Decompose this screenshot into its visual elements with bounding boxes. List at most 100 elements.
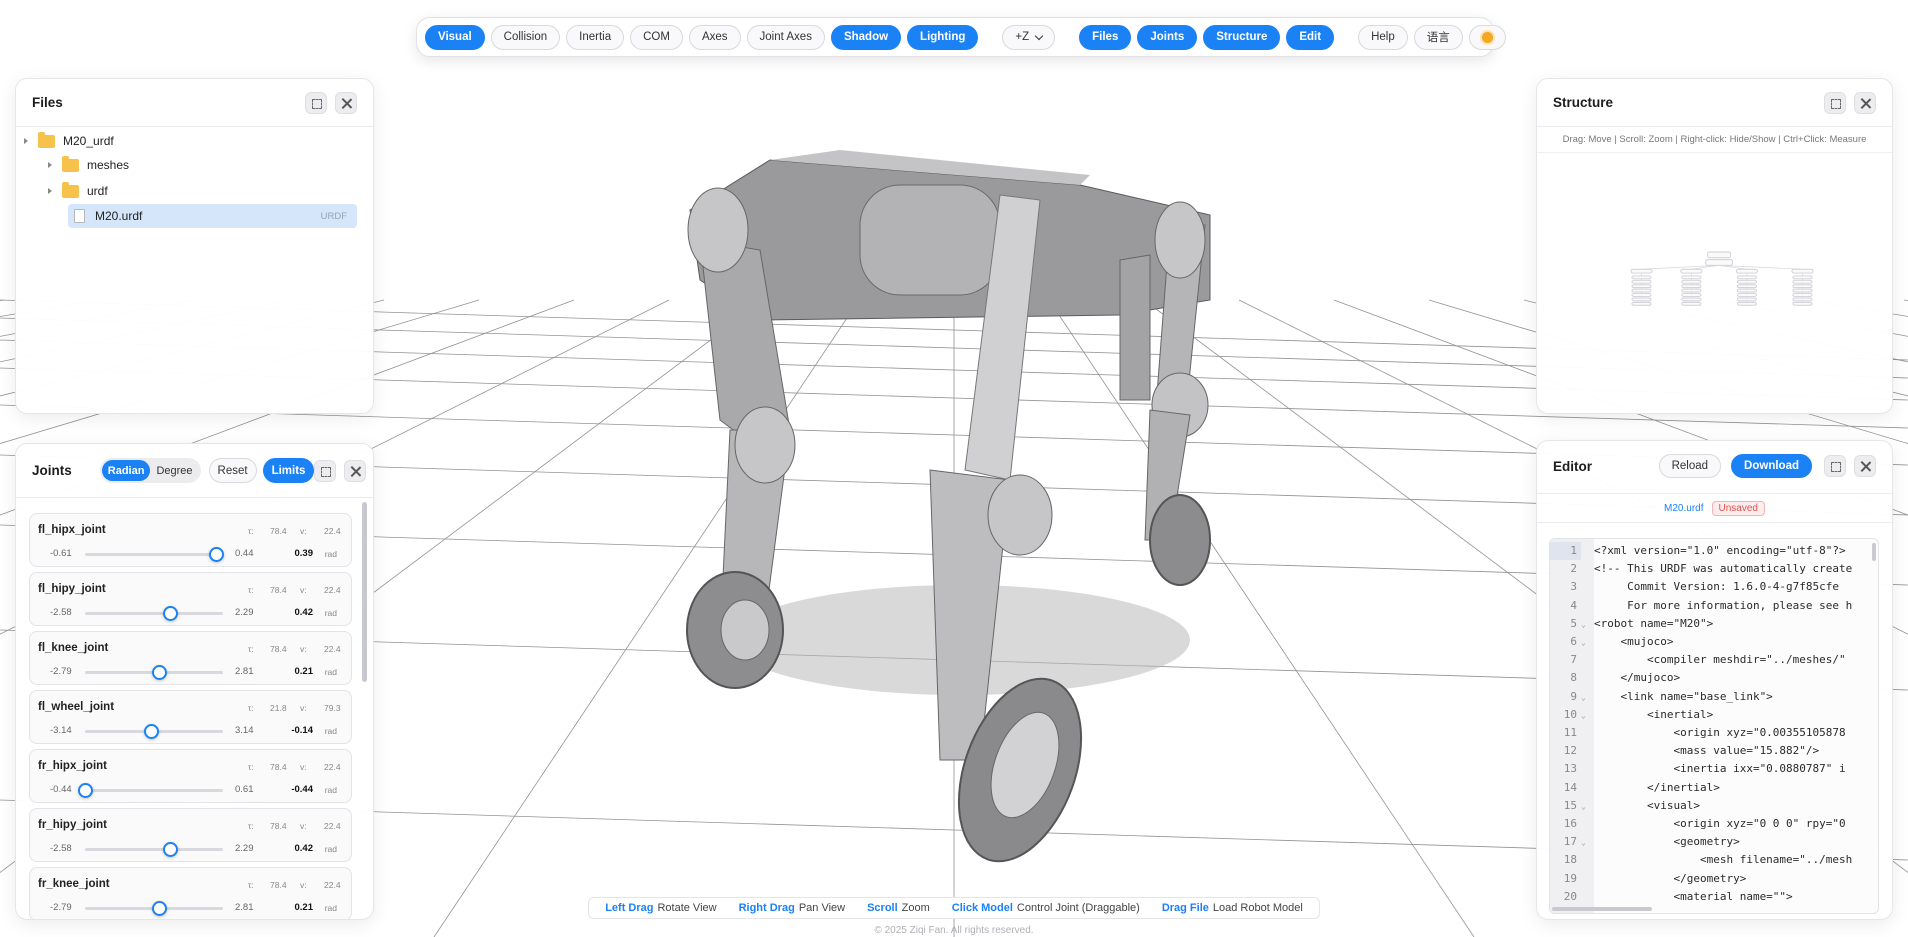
controls-hint-bar: Left Drag Rotate View Right Drag Pan View Sc… xyxy=(588,897,1320,919)
panel-toggle-structure[interactable]: Structure xyxy=(1203,24,1281,50)
tau-label: τ: xyxy=(248,526,254,536)
reset-button[interactable]: Reset xyxy=(208,458,257,483)
structure-node-root[interactable] xyxy=(1707,251,1732,259)
maximize-icon[interactable] xyxy=(1824,91,1846,114)
slider-thumb[interactable] xyxy=(209,547,225,562)
fold-chevron-icon[interactable]: ⌄ xyxy=(1581,634,1594,652)
folder-item[interactable]: meshes xyxy=(48,153,357,177)
tau-value: 78.4 xyxy=(270,821,287,831)
structure-panel-title: Structure xyxy=(1553,95,1614,110)
limits-button[interactable]: Limits xyxy=(262,458,315,483)
velocity-label: v: xyxy=(300,762,307,772)
code-text: <?xml version="1.0" encoding="utf-8"?> xyxy=(1594,544,1846,557)
joint-slider[interactable] xyxy=(85,842,223,857)
structure-node[interactable] xyxy=(1681,301,1702,306)
fold-chevron-icon[interactable]: ⌄ xyxy=(1581,689,1594,707)
code-line: 9 ⌄ <link name="base_link"> xyxy=(1550,688,1878,707)
joint-slider[interactable] xyxy=(85,547,225,562)
joint-slider[interactable] xyxy=(85,724,223,739)
slider-thumb[interactable] xyxy=(163,606,178,621)
fold-chevron-icon[interactable]: ⌄ xyxy=(1581,616,1594,634)
close-icon[interactable] xyxy=(1854,455,1876,477)
line-number: 6 xyxy=(1570,635,1577,648)
chevron-right-icon[interactable] xyxy=(48,162,52,168)
panel-toggle-files[interactable]: Files xyxy=(1079,24,1132,50)
toggle-collision[interactable]: Collision xyxy=(490,24,561,50)
chevron-right-icon[interactable] xyxy=(48,188,52,194)
theme-toggle-button[interactable] xyxy=(1468,24,1506,50)
tau-value: 78.4 xyxy=(270,880,287,890)
fold-chevron-icon[interactable]: ⌄ xyxy=(1581,798,1594,816)
joint-card: fl_wheel_joint τ: 21.8 v: 79.3 -3.14 3.14 -0.14… xyxy=(29,690,352,744)
code-editor[interactable]: 1 <?xml version="1.0" encoding="utf-8"?> 2… xyxy=(1549,538,1879,914)
folder-item[interactable]: M20_urdf xyxy=(24,129,357,153)
slider-thumb[interactable] xyxy=(143,724,159,739)
fold-chevron-icon[interactable]: ⌄ xyxy=(1581,834,1594,852)
structure-graph[interactable] xyxy=(1607,199,1837,349)
toggle-lighting[interactable]: Lighting xyxy=(907,24,979,50)
radian-option[interactable]: Radian xyxy=(101,460,151,481)
slider-thumb[interactable] xyxy=(151,665,167,680)
structure-node[interactable] xyxy=(1680,268,1703,274)
degree-option[interactable]: Degree xyxy=(150,460,198,481)
panel-toggle-joints[interactable]: Joints xyxy=(1137,24,1198,50)
toggle-shadow[interactable]: Shadow xyxy=(830,24,902,50)
file-item[interactable]: M20.urdf URDF xyxy=(68,204,357,228)
files-panel: Files M20_urdf meshes urdf M20.urdf URDF xyxy=(15,78,374,414)
structure-node[interactable] xyxy=(1736,301,1757,306)
code-text: <mesh filename="../mesh xyxy=(1594,853,1853,867)
editor-panel-header: Editor Reload Download xyxy=(1537,441,1892,491)
robot-model[interactable] xyxy=(686,150,1211,878)
code-line: 19 </geometry> xyxy=(1550,870,1878,888)
tree-item-label: meshes xyxy=(87,158,130,172)
maximize-icon[interactable] xyxy=(305,91,327,114)
structure-node[interactable] xyxy=(1792,301,1813,306)
editor-panel-title: Editor xyxy=(1553,458,1592,474)
fold-chevron-icon[interactable]: ⌄ xyxy=(1581,707,1594,725)
up-axis-select[interactable]: +Z xyxy=(1002,24,1056,50)
joint-slider[interactable] xyxy=(85,901,223,916)
toggle-visual[interactable]: Visual xyxy=(425,24,485,50)
joint-slider[interactable] xyxy=(85,606,223,621)
structure-node[interactable] xyxy=(1791,268,1814,274)
slider-thumb[interactable] xyxy=(151,901,167,916)
joint-max: 2.29 xyxy=(235,843,254,854)
download-button[interactable]: Download xyxy=(1731,454,1812,478)
reload-button[interactable]: Reload xyxy=(1658,454,1722,478)
maximize-icon[interactable] xyxy=(314,459,337,482)
joint-list-scrollbar[interactable] xyxy=(362,502,367,682)
toggle-axes[interactable]: Axes xyxy=(688,24,741,50)
language-button[interactable]: 语言 xyxy=(1413,24,1463,50)
slider-thumb[interactable] xyxy=(78,783,93,798)
structure-node[interactable] xyxy=(1631,301,1652,306)
structure-node[interactable] xyxy=(1735,268,1758,274)
velocity-value: 22.4 xyxy=(324,585,341,595)
close-icon[interactable] xyxy=(344,459,367,482)
joint-slider[interactable] xyxy=(78,783,223,798)
close-icon[interactable] xyxy=(1854,91,1876,114)
structure-node-base[interactable] xyxy=(1705,259,1734,266)
joint-name: fr_hipx_joint xyxy=(38,760,108,772)
maximize-icon[interactable] xyxy=(1824,455,1846,477)
chevron-right-icon[interactable] xyxy=(24,138,28,144)
slider-thumb[interactable] xyxy=(163,842,178,857)
code-text: Commit Version: 1.6.0-4-g7f85cfe xyxy=(1594,580,1840,594)
structure-node[interactable] xyxy=(1630,268,1653,274)
toggle-inertia[interactable]: Inertia xyxy=(566,24,625,50)
editor-hscrollbar[interactable] xyxy=(1552,907,1652,911)
code-line: 20 <material name=""> xyxy=(1550,888,1878,906)
line-number: 18 xyxy=(1563,853,1577,867)
folder-item[interactable]: urdf xyxy=(48,179,357,203)
panel-toggle-edit[interactable]: Edit xyxy=(1286,24,1335,50)
close-icon[interactable] xyxy=(335,91,357,114)
toggle-joint-axes[interactable]: Joint Axes xyxy=(746,24,825,50)
code-text: <robot name="M20"> xyxy=(1594,616,1714,630)
line-number: 1 xyxy=(1550,542,1581,560)
joint-slider[interactable] xyxy=(85,665,223,680)
velocity-value: 22.4 xyxy=(324,880,341,890)
toggle-com[interactable]: COM xyxy=(630,24,683,50)
code-line: 5 ⌄ <robot name="M20"> xyxy=(1550,615,1878,634)
up-axis-value: +Z xyxy=(1015,31,1030,43)
joint-value: -0.44 xyxy=(291,784,313,795)
help-button[interactable]: Help xyxy=(1358,24,1408,50)
